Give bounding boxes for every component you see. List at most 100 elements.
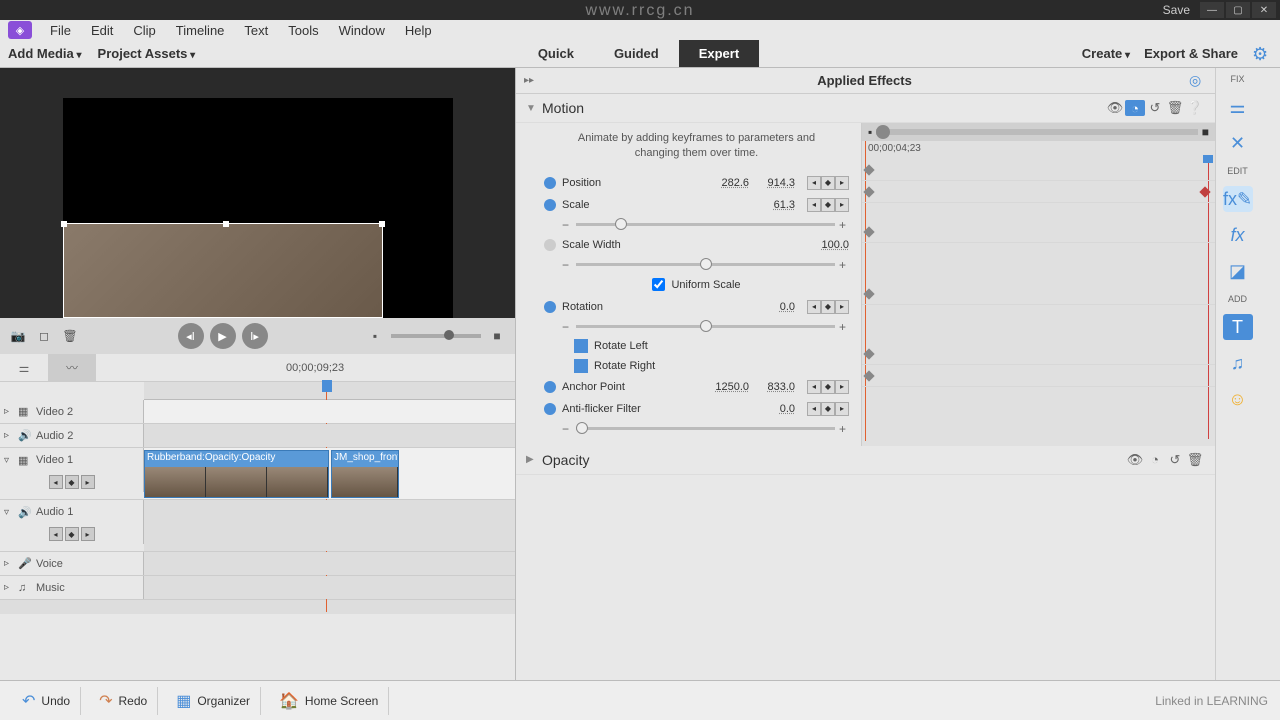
tab-guided[interactable]: Guided	[594, 40, 679, 67]
rotate-right-button[interactable]: Rotate Right	[544, 356, 849, 376]
settings-gear-icon[interactable]: ⚙	[1252, 44, 1272, 64]
clip-rubberband[interactable]: Rubberband:Opacity:Opacity	[144, 450, 329, 498]
track-audio1[interactable]	[144, 500, 515, 551]
kf-next-button[interactable]: ▸	[835, 198, 849, 212]
track-voice[interactable]	[144, 552, 515, 575]
transitions-icon[interactable]: ◪	[1223, 258, 1253, 284]
export-share-button[interactable]: Export & Share	[1144, 46, 1238, 61]
redo-button[interactable]: ↷Redo	[89, 687, 158, 715]
kf-next-button[interactable]: ▸	[835, 402, 849, 416]
antiflicker-value[interactable]: 0.0	[755, 403, 795, 415]
crop-icon[interactable]: ◻	[34, 326, 54, 346]
kf-prev-button[interactable]: ◂	[807, 176, 821, 190]
play-button[interactable]: ▶	[210, 323, 236, 349]
position-y-value[interactable]: 914.3	[755, 177, 795, 189]
motion-disclosure-icon[interactable]: ▼	[526, 103, 542, 114]
kf-next-button[interactable]: ▸	[81, 475, 95, 489]
anchor-x-value[interactable]: 1250.0	[709, 381, 749, 393]
kf-prev-button[interactable]: ◂	[807, 198, 821, 212]
kf-prev-button[interactable]: ◂	[807, 380, 821, 394]
reset-icon[interactable]: ↺	[1165, 452, 1185, 468]
stopwatch-icon[interactable]	[544, 177, 556, 189]
stopwatch-icon[interactable]	[544, 381, 556, 393]
trash-icon[interactable]: 🗑	[1165, 100, 1185, 116]
track-audio2[interactable]	[144, 424, 515, 447]
organizer-button[interactable]: ▦Organizer	[166, 687, 261, 715]
timeline-ruler[interactable]	[144, 382, 515, 400]
stopwatch-icon[interactable]	[544, 301, 556, 313]
zoom-in-icon[interactable]: ■	[487, 326, 507, 346]
tools-icon[interactable]: ✕	[1223, 130, 1253, 156]
kf-add-button[interactable]: ◆	[821, 176, 835, 190]
scalewidth-value[interactable]: 100.0	[809, 239, 849, 251]
stopwatch-icon[interactable]	[544, 403, 556, 415]
timeline-scrollbar[interactable]	[0, 600, 515, 614]
project-assets-dropdown[interactable]: Project Assets	[98, 46, 196, 61]
clip-shopfront[interactable]: JM_shop_front.jpg	[331, 450, 399, 498]
preview-monitor[interactable]	[0, 68, 515, 318]
track-music[interactable]	[144, 576, 515, 599]
trash-icon[interactable]: 🗑	[1185, 452, 1205, 468]
menu-timeline[interactable]: Timeline	[166, 23, 235, 38]
timeline-tool-properties[interactable]: ⚌	[0, 354, 48, 382]
fx-applied-icon[interactable]: fx✎	[1223, 186, 1253, 212]
kf-add-button[interactable]: ◆	[821, 198, 835, 212]
eye-icon[interactable]: 👁	[1125, 452, 1145, 468]
stopwatch-icon[interactable]: ◔	[1145, 452, 1165, 467]
add-media-dropdown[interactable]: Add Media	[8, 46, 82, 61]
opacity-disclosure-icon[interactable]: ▶	[526, 454, 542, 465]
menu-tools[interactable]: Tools	[278, 23, 328, 38]
stopwatch-icon[interactable]	[544, 199, 556, 211]
zoom-out-icon[interactable]: ▪	[868, 125, 872, 139]
kf-prev-button[interactable]: ◂	[49, 475, 63, 489]
keyframe-timeline[interactable]: ▪■ 00;00;04;23	[861, 123, 1215, 446]
kf-add-button[interactable]: ◆	[821, 300, 835, 314]
stopwatch-off-icon[interactable]	[544, 239, 556, 251]
minimize-button[interactable]: —	[1200, 2, 1224, 18]
track-video1[interactable]: Rubberband:Opacity:Opacity JM_shop_front…	[144, 448, 515, 499]
rotation-slider[interactable]	[576, 325, 835, 328]
maximize-button[interactable]: ▢	[1226, 2, 1250, 18]
eye-icon[interactable]: 👁	[1105, 100, 1125, 116]
menu-window[interactable]: Window	[329, 23, 395, 38]
kf-prev-button[interactable]: ◂	[49, 527, 63, 541]
help-icon[interactable]: ❔	[1185, 100, 1205, 116]
trash-icon[interactable]: 🗑	[60, 326, 80, 346]
timeline-tool-audio[interactable]: 〰	[48, 354, 96, 382]
music-icon[interactable]: ♫	[1223, 350, 1253, 376]
undo-button[interactable]: ↶Undo	[12, 687, 81, 715]
home-button[interactable]: 🏠Home Screen	[269, 687, 389, 715]
zoom-in-icon[interactable]: ■	[1202, 125, 1209, 139]
panel-target-icon[interactable]: ◎	[1189, 72, 1207, 89]
kf-next-button[interactable]: ▸	[81, 527, 95, 541]
stopwatch-active-icon[interactable]: ◔	[1125, 100, 1145, 116]
kf-next-button[interactable]: ▸	[835, 380, 849, 394]
kf-next-button[interactable]: ▸	[835, 176, 849, 190]
menu-text[interactable]: Text	[234, 23, 278, 38]
panel-collapse-icon[interactable]: ▸▸	[524, 75, 540, 86]
kf-next-button[interactable]: ▸	[835, 300, 849, 314]
tab-expert[interactable]: Expert	[679, 40, 759, 67]
titles-icon[interactable]: T	[1223, 314, 1253, 340]
scalewidth-slider[interactable]	[576, 263, 835, 266]
playhead-icon[interactable]	[322, 380, 332, 392]
adjust-icon[interactable]: ⚌	[1223, 94, 1253, 120]
rotation-value[interactable]: 0.0	[755, 301, 795, 313]
menu-edit[interactable]: Edit	[81, 23, 123, 38]
reset-icon[interactable]: ↺	[1145, 100, 1165, 116]
zoom-out-icon[interactable]: ▪	[365, 326, 385, 346]
menu-help[interactable]: Help	[395, 23, 442, 38]
kf-prev-button[interactable]: ◂	[807, 300, 821, 314]
uniform-scale-checkbox[interactable]	[652, 278, 665, 291]
kf-prev-button[interactable]: ◂	[807, 402, 821, 416]
step-back-button[interactable]: ◂Ⅰ	[178, 323, 204, 349]
camera-icon[interactable]: 📷	[8, 326, 28, 346]
save-link[interactable]: Save	[1163, 3, 1190, 17]
kf-add-button[interactable]: ◆	[65, 475, 79, 489]
scale-slider[interactable]	[576, 223, 835, 226]
fx-icon[interactable]: fx	[1223, 222, 1253, 248]
anchor-y-value[interactable]: 833.0	[755, 381, 795, 393]
graphics-icon[interactable]: ☺	[1223, 386, 1253, 412]
menu-clip[interactable]: Clip	[123, 23, 165, 38]
menu-file[interactable]: File	[40, 23, 81, 38]
